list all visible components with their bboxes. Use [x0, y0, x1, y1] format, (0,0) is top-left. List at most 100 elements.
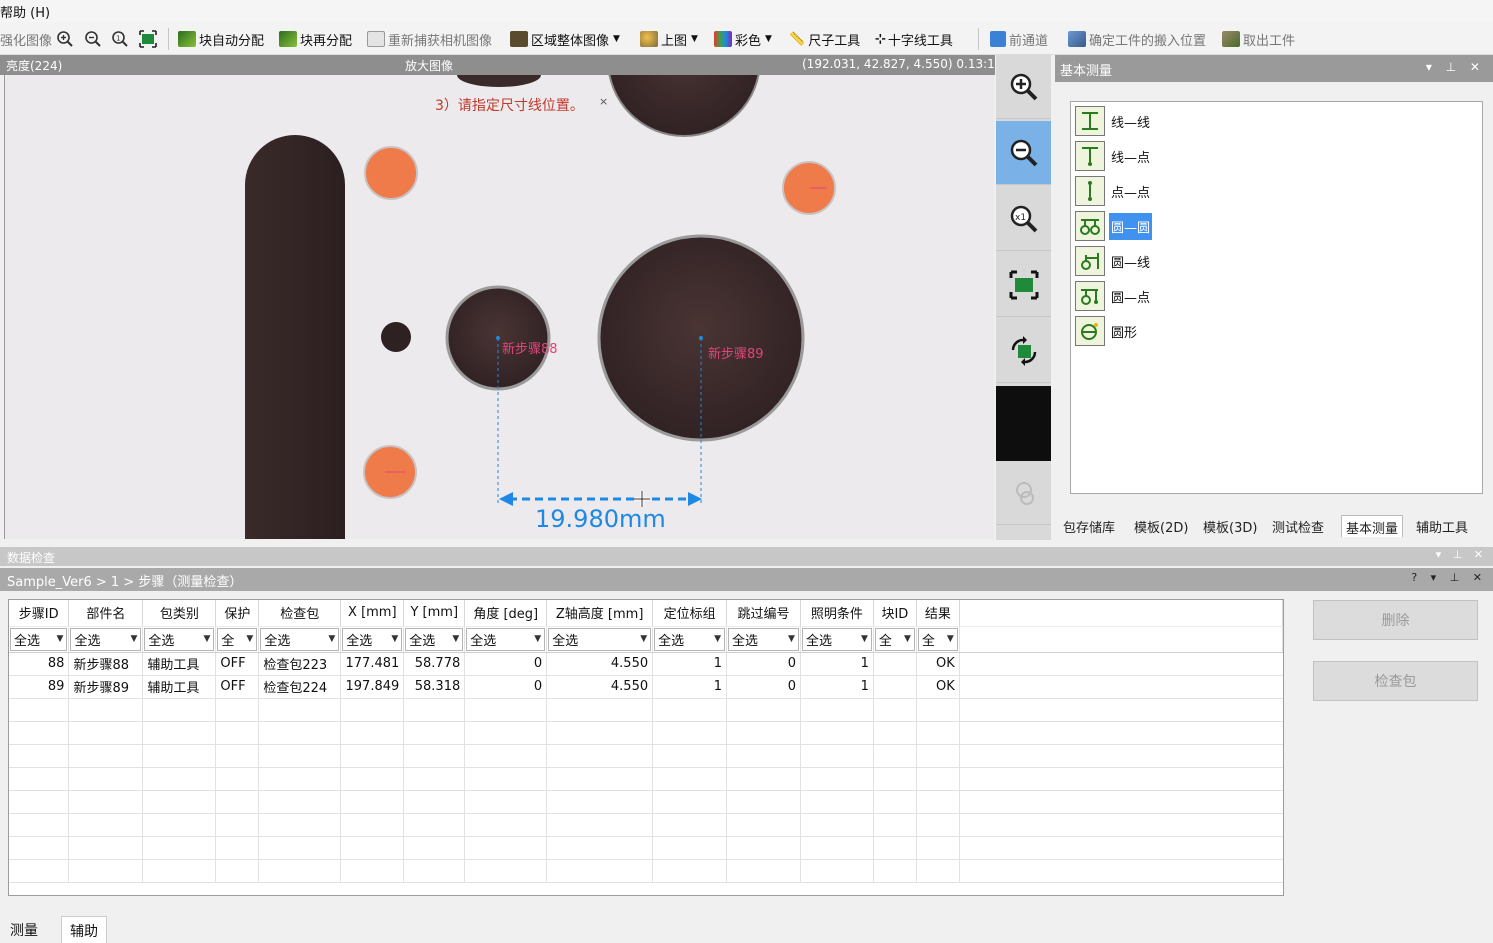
recapture-image-button[interactable]: 重新捕获相机图像 — [367, 28, 492, 50]
column-header[interactable]: 角度 [deg] — [464, 600, 548, 627]
zoom-1x-icon: x1 — [1010, 205, 1037, 232]
measure-circle-line[interactable]: 圆—线 — [1075, 245, 1152, 277]
rotate-view-button[interactable] — [996, 319, 1051, 383]
column-filter-dropdown[interactable]: 全选 ▼ — [548, 627, 652, 651]
table-cell — [403, 721, 466, 745]
measure-circle[interactable]: 圆形 — [1075, 315, 1139, 347]
table-cell — [340, 698, 405, 722]
upper-image-button[interactable]: 上图 ▼ — [640, 28, 698, 50]
delete-button[interactable]: 删除 — [1313, 600, 1478, 640]
workpiece-image[interactable]: 3）请指定尺寸线位置。 × 新步骤88 新步骤89 19.980mm — [5, 75, 994, 539]
chevron-down-icon[interactable]: ▼ — [691, 34, 698, 44]
tab-measurement[interactable]: 测量 — [2, 916, 46, 943]
tab-basic-measurement[interactable]: 基本测量 — [1341, 515, 1404, 537]
chevron-down-icon[interactable]: ▼ — [640, 634, 647, 644]
column-header[interactable]: Z轴高度 [mm] — [546, 600, 654, 627]
block-auto-assign-button[interactable]: 块自动分配 — [178, 28, 264, 50]
chevron-down-icon[interactable]: ▼ — [861, 634, 868, 644]
column-header[interactable]: 跳过编号 — [726, 600, 801, 627]
chevron-down-icon[interactable]: ▼ — [904, 634, 911, 644]
panel-controls[interactable]: ▾ ⊥ ✕ — [1436, 548, 1487, 561]
enhance-image-button[interactable]: 强化图像 — [0, 28, 52, 50]
column-header[interactable]: 照明条件 — [800, 600, 874, 627]
table-cell — [142, 790, 217, 814]
panel-controls[interactable]: ▾ ⊥ ✕ — [1426, 60, 1485, 74]
column-header[interactable]: 保护 — [215, 600, 260, 627]
ruler-tool-button[interactable]: 📏 尺子工具 — [789, 28, 860, 50]
column-header[interactable]: X [mm] — [340, 600, 405, 627]
chevron-down-icon[interactable]: ▼ — [246, 634, 253, 644]
measure-circle-point[interactable]: 圆—点 — [1075, 280, 1152, 312]
table-row[interactable]: 89 新步骤89 辅助工具 OFF 检查包224 197.849 58.318 0 4.550 1… — [9, 675, 1283, 699]
chevron-down-icon[interactable]: ▼ — [534, 634, 541, 644]
confirm-load-position-button[interactable]: 确定工件的搬入位置 — [1068, 28, 1206, 50]
panel-controls[interactable]: ? ▾ ⊥ ✕ — [1411, 571, 1487, 584]
zoom-1x-tool[interactable]: 1 — [111, 28, 129, 50]
tab-auxiliary[interactable]: 辅助 — [61, 916, 107, 943]
column-header[interactable]: 块ID — [873, 600, 917, 627]
measure-line-point[interactable]: 线—点 — [1075, 140, 1152, 172]
chevron-down-icon[interactable]: ▼ — [130, 634, 137, 644]
chevron-down-icon[interactable]: ▼ — [714, 634, 721, 644]
zoom-1x-button[interactable]: x1 — [996, 187, 1051, 251]
chevron-down-icon[interactable]: ▼ — [613, 34, 620, 44]
chevron-down-icon[interactable]: ▼ — [203, 634, 210, 644]
magnified-image-canvas[interactable]: 3）请指定尺寸线位置。 × 新步骤88 新步骤89 19.980mm — [4, 75, 994, 539]
tab-aux-tools[interactable]: 辅助工具 — [1412, 515, 1472, 537]
tab-template-2d[interactable]: 模板(2D) — [1130, 515, 1192, 537]
table-cell — [916, 859, 960, 883]
region-image-button[interactable]: 区域整体图像 ▼ — [510, 28, 620, 50]
fit-view-tool[interactable] — [139, 28, 157, 50]
close-icon[interactable]: × — [599, 95, 608, 108]
unload-workpiece-button[interactable]: 取出工件 — [1222, 28, 1295, 50]
column-filter-dropdown[interactable]: 全选 ▼ — [70, 627, 142, 651]
tab-package-library[interactable]: 包存储库 — [1059, 515, 1119, 537]
column-header[interactable]: Y [mm] — [403, 600, 466, 627]
column-filter-dropdown[interactable]: 全选 ▼ — [405, 627, 464, 651]
column-filter-dropdown[interactable]: 全选 ▼ — [144, 627, 215, 651]
help-icon[interactable]: ? — [1411, 571, 1422, 584]
chevron-down-icon[interactable]: ▼ — [788, 634, 795, 644]
chevron-down-icon[interactable]: ▼ — [452, 634, 459, 644]
color-mode-button[interactable]: 彩色 ▼ — [714, 28, 772, 50]
measure-point-point[interactable]: 点—点 — [1075, 175, 1152, 207]
column-filter-dropdown[interactable]: 全选 ▼ — [654, 627, 726, 651]
zoom-in-button[interactable] — [996, 55, 1051, 119]
column-filter-dropdown[interactable]: 全选 ▼ — [260, 627, 340, 651]
column-filter-dropdown[interactable]: 全选 ▼ — [342, 627, 403, 651]
column-filter-dropdown[interactable]: 全 ▼ — [217, 627, 258, 651]
block-reassign-button[interactable]: 块再分配 — [279, 28, 352, 50]
table-cell — [403, 790, 466, 814]
chevron-down-icon[interactable]: ▼ — [328, 634, 335, 644]
fit-view-button[interactable] — [996, 253, 1051, 317]
zoom-in-tool[interactable] — [56, 28, 74, 50]
chevron-down-icon[interactable]: ▼ — [57, 634, 64, 644]
chevron-down-icon[interactable]: ▼ — [391, 634, 398, 644]
column-header[interactable]: 部件名 — [68, 600, 144, 627]
chevron-down-icon[interactable]: ▼ — [947, 634, 954, 644]
crosshair-tool-button[interactable]: ⊹ 十字线工具 — [875, 28, 953, 50]
column-filter-dropdown[interactable]: 全 ▼ — [874, 627, 915, 651]
measure-line-line[interactable]: 线—线 — [1075, 105, 1152, 137]
previous-channel-button[interactable]: 前通道 — [990, 28, 1048, 50]
menu-help[interactable]: 帮助 (H) — [0, 2, 50, 21]
column-filter-dropdown[interactable]: 全 ▼ — [917, 627, 958, 651]
zoom-out-button[interactable] — [996, 121, 1051, 185]
column-header[interactable]: 包类别 — [142, 600, 217, 627]
column-filter-dropdown[interactable]: 全选 ▼ — [466, 627, 546, 651]
column-header[interactable]: 步骤ID — [9, 600, 70, 627]
chevron-down-icon[interactable]: ▼ — [765, 34, 772, 44]
inspection-pack-button[interactable]: 检查包 — [1313, 661, 1478, 701]
measure-circle-circle[interactable]: 圆—圆 — [1075, 210, 1153, 242]
column-filter-dropdown[interactable]: 全选 ▼ — [728, 627, 799, 651]
table-row[interactable]: 88 新步骤88 辅助工具 OFF 检查包223 177.481 58.778 0 4.550 1… — [9, 652, 1283, 676]
column-header[interactable]: 结果 — [916, 600, 960, 627]
column-filter-dropdown[interactable]: 全选 ▼ — [801, 627, 872, 651]
column-filter-dropdown[interactable]: 全选 ▼ — [10, 627, 68, 651]
table-cell — [873, 675, 917, 699]
column-header[interactable]: 定位标组 — [652, 600, 728, 627]
tab-template-3d[interactable]: 模板(3D) — [1199, 515, 1261, 537]
zoom-out-tool[interactable] — [84, 28, 102, 50]
tab-test-inspection[interactable]: 测试检查 — [1268, 515, 1328, 537]
column-header[interactable]: 检查包 — [258, 600, 342, 627]
